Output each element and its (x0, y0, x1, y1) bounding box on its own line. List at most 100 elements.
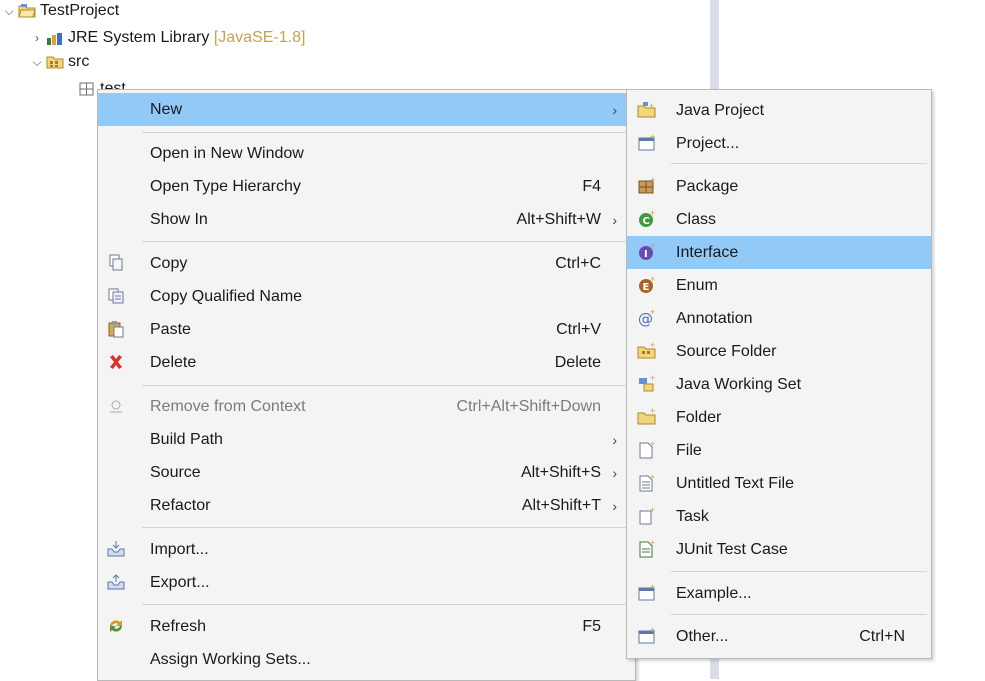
submenu-arrow-icon: › (612, 431, 617, 448)
menu-item-label: Refactor (150, 496, 211, 514)
copy-icon (106, 253, 126, 273)
new-item-example[interactable]: + Example... (627, 577, 931, 610)
menu-item-accelerator: Delete (554, 353, 601, 371)
submenu-arrow-icon: › (612, 211, 617, 228)
new-item-other[interactable]: + Other... Ctrl+N (627, 620, 931, 653)
menu-separator (671, 163, 927, 164)
tree-src-label: src (68, 53, 90, 70)
menu-item-label: Class (676, 210, 717, 228)
svg-text:+: + (650, 276, 655, 284)
new-item-class[interactable]: C + Class (627, 203, 931, 236)
menu-item-label: Interface (676, 243, 739, 261)
svg-text:+: + (650, 584, 655, 592)
menu-item-label: Assign Working Sets... (150, 650, 311, 668)
menu-item-accelerator: Ctrl+V (556, 320, 601, 338)
menu-item-label: Remove from Context (150, 397, 306, 415)
menu-item-import[interactable]: Import... (98, 533, 635, 566)
new-item-task[interactable]: + Task (627, 500, 931, 533)
menu-item-accelerator: F5 (582, 617, 601, 635)
svg-text:E: E (643, 282, 650, 293)
menu-item-copy-qualified-name[interactable]: Copy Qualified Name (98, 280, 635, 313)
svg-text:+: + (650, 309, 655, 317)
new-item-java-project[interactable]: + Java Project (627, 94, 931, 127)
remove-from-context-icon (106, 396, 126, 416)
menu-item-source[interactable]: Source Alt+Shift+S › (98, 456, 635, 489)
new-item-package[interactable]: + Package (627, 170, 931, 203)
chevron-right-icon[interactable]: › (30, 31, 44, 45)
menu-item-accelerator: Alt+Shift+T (521, 496, 601, 514)
menu-item-label: Open Type Hierarchy (150, 177, 301, 195)
menu-item-new[interactable]: New › (98, 93, 635, 126)
menu-item-accelerator: Ctrl+Alt+Shift+Down (456, 397, 601, 415)
tree-jre-version: [JavaSE-1.8] (213, 29, 306, 46)
library-icon (47, 33, 62, 45)
svg-text:+: + (650, 507, 655, 515)
menu-item-copy[interactable]: Copy Ctrl+C (98, 247, 635, 280)
menu-item-label: Project... (676, 134, 740, 152)
menu-item-label: Package (676, 177, 739, 195)
new-item-project[interactable]: + Project... (627, 127, 931, 160)
annotation-icon: @ + (637, 308, 657, 328)
new-item-source-folder[interactable]: + Source Folder (627, 335, 931, 368)
menu-item-label: Folder (676, 408, 722, 426)
menu-item-label: Export... (150, 573, 210, 591)
menu-item-label: Build Path (150, 430, 223, 448)
menu-item-show-in[interactable]: Show In Alt+Shift+W › (98, 203, 635, 236)
svg-text:+: + (650, 408, 655, 416)
java-working-set-icon: + (637, 374, 657, 394)
svg-text:+: + (650, 342, 655, 350)
menu-item-export[interactable]: Export... (98, 566, 635, 599)
menu-item-label: Enum (676, 276, 718, 294)
enum-icon: E + (637, 275, 657, 295)
svg-text:I: I (644, 249, 648, 260)
menu-item-open-type-hierarchy[interactable]: Open Type Hierarchy F4 (98, 170, 635, 203)
new-item-untitled-text-file[interactable]: + Untitled Text File (627, 467, 931, 500)
menu-item-label: Refresh (150, 617, 207, 635)
menu-item-label: Open in New Window (150, 144, 304, 162)
svg-text:+: + (650, 177, 655, 185)
menu-item-label: Java Project (676, 101, 765, 119)
menu-item-label: File (676, 441, 702, 459)
chevron-down-icon[interactable]: ⌵ (30, 55, 44, 70)
menu-item-paste[interactable]: Paste Ctrl+V (98, 313, 635, 346)
menu-item-accelerator: Ctrl+N (859, 627, 905, 645)
menu-separator (142, 385, 635, 386)
new-submenu: + Java Project + Project... + Package C + Class I… (626, 89, 932, 659)
menu-separator (671, 614, 927, 615)
menu-item-refactor[interactable]: Refactor Alt+Shift+T › (98, 489, 635, 522)
svg-text:+: + (650, 375, 655, 383)
new-item-java-working-set[interactable]: + Java Working Set (627, 368, 931, 401)
menu-item-build-path[interactable]: Build Path › (98, 423, 635, 456)
new-item-annotation[interactable]: @ + Annotation (627, 302, 931, 335)
new-item-interface[interactable]: I + Interface (627, 236, 931, 269)
menu-separator (671, 571, 927, 572)
menu-item-open-in-new-window[interactable]: Open in New Window (98, 137, 635, 170)
menu-item-label: Source (150, 463, 201, 481)
tree-jre-row[interactable]: › JRE System Library [JavaSE-1.8] (30, 27, 305, 49)
tree-project-row[interactable]: ⌵ TestProject (2, 0, 119, 22)
menu-item-accelerator: F4 (582, 177, 601, 195)
menu-item-assign-working-sets[interactable]: Assign Working Sets... (98, 643, 635, 676)
other-icon: + (637, 626, 657, 646)
svg-text:+: + (650, 441, 655, 449)
new-item-enum[interactable]: E + Enum (627, 269, 931, 302)
tree-project-label: TestProject (40, 2, 120, 19)
new-item-folder[interactable]: + Folder (627, 401, 931, 434)
menu-item-label: Annotation (676, 309, 753, 327)
menu-item-refresh[interactable]: Refresh F5 (98, 610, 635, 643)
package-icon (79, 82, 94, 96)
menu-item-label: Example... (676, 584, 752, 602)
task-icon: + (637, 506, 657, 526)
new-item-file[interactable]: + File (627, 434, 931, 467)
menu-item-delete[interactable]: Delete Delete (98, 346, 635, 379)
import-icon (106, 539, 126, 559)
project-icon: + (637, 133, 657, 153)
chevron-down-icon[interactable]: ⌵ (2, 4, 16, 19)
new-item-junit-test-case[interactable]: + JUnit Test Case (627, 533, 931, 566)
untitled-text-file-icon: + (637, 473, 657, 493)
svg-text:+: + (649, 101, 654, 111)
tree-src-row[interactable]: ⌵ src (30, 51, 89, 73)
menu-item-remove-from-context: Remove from Context Ctrl+Alt+Shift+Down (98, 390, 635, 423)
menu-separator (142, 604, 635, 605)
menu-separator (142, 527, 635, 528)
